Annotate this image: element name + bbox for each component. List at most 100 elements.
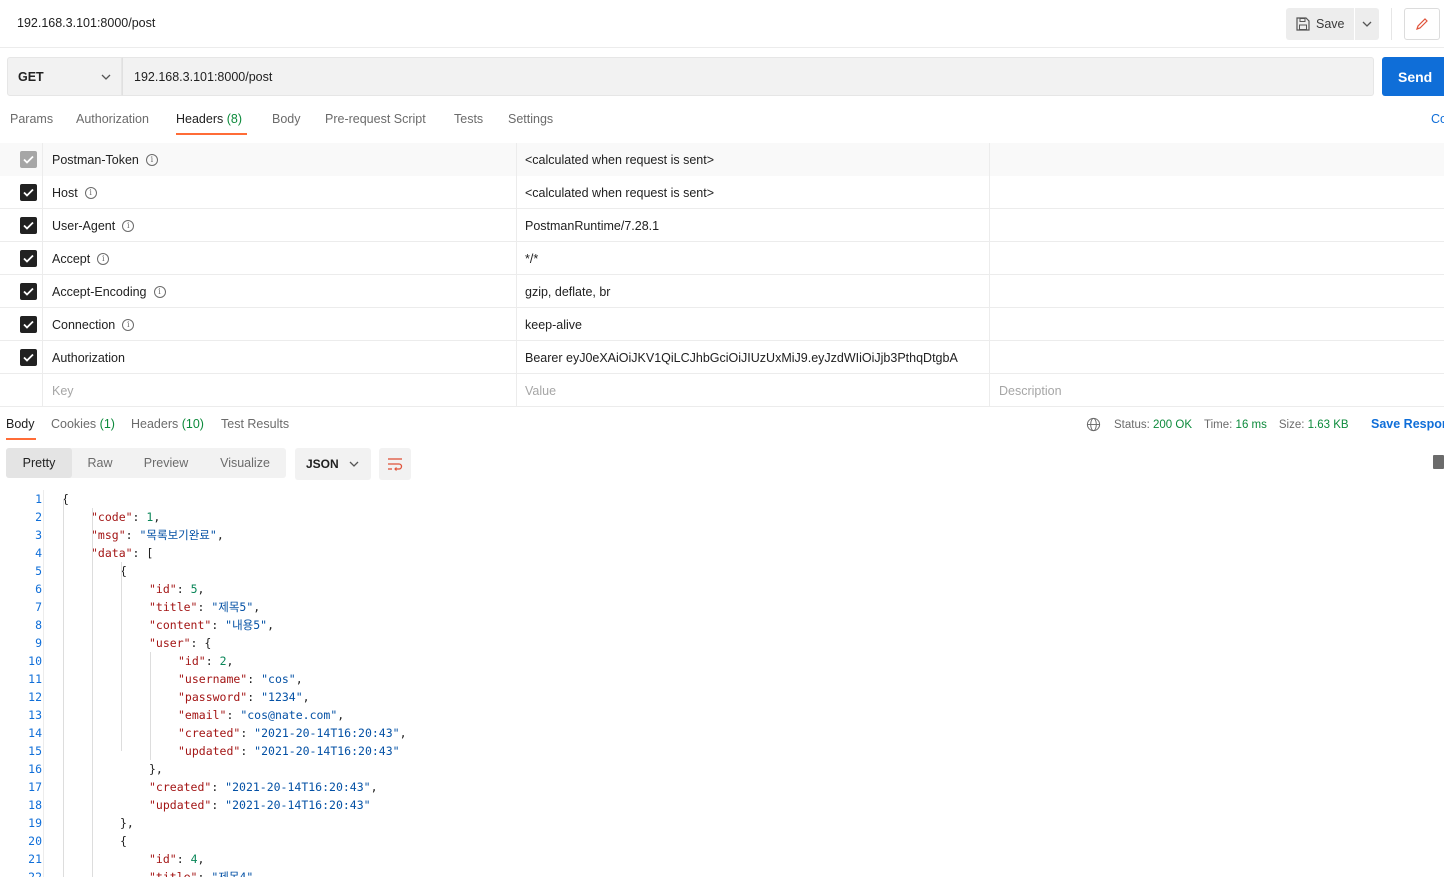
resp-tab-headers[interactable]: Headers (10) (131, 417, 204, 431)
header-value-cell[interactable]: PostmanRuntime/7.28.1 (517, 209, 990, 242)
json-punctuation: : (240, 726, 255, 740)
header-key-cell[interactable]: Authorization (43, 341, 517, 374)
line-number: 15 (28, 744, 42, 758)
tab-params[interactable]: Params (10, 112, 53, 126)
header-value: PostmanRuntime/7.28.1 (525, 218, 660, 233)
save-dropdown-button[interactable] (1355, 8, 1379, 40)
response-tabs: Body Cookies (1) Headers (10) Test Resul… (0, 408, 1444, 440)
info-icon[interactable]: i (122, 219, 135, 232)
header-checkbox[interactable] (20, 349, 37, 366)
header-description-cell[interactable] (990, 341, 1444, 374)
time-value[interactable]: 16 ms (1236, 419, 1267, 431)
header-row: User-Agent i PostmanRuntime/7.28.1 (0, 209, 1444, 242)
header-value-cell[interactable]: keep-alive (517, 308, 990, 341)
header-description-cell[interactable] (990, 209, 1444, 242)
tab-tests[interactable]: Tests (454, 112, 483, 126)
tab-label: Headers (131, 417, 179, 431)
cookies-link[interactable]: Co (1431, 112, 1444, 126)
header-value-cell[interactable]: <calculated when request is sent> (517, 176, 990, 209)
send-button[interactable]: Send (1382, 57, 1444, 96)
resp-tab-test-results[interactable]: Test Results (221, 417, 289, 431)
resp-tab-body[interactable]: Body (6, 417, 35, 431)
line-number: 12 (28, 690, 42, 704)
header-key-cell[interactable]: User-Agent i (43, 209, 517, 242)
request-title[interactable]: 192.168.3.101:8000/post (17, 16, 155, 30)
header-description-cell[interactable] (990, 308, 1444, 341)
tab-body[interactable]: Body (272, 112, 301, 126)
new-key-input[interactable]: Key (43, 374, 517, 407)
json-key: "email" (178, 708, 227, 722)
tab-pre-request-script[interactable]: Pre-request Script (325, 112, 426, 126)
header-key-cell[interactable]: Connection i (43, 308, 517, 341)
header-key: Host (52, 185, 78, 200)
info-icon[interactable]: i (145, 153, 158, 166)
method-select[interactable]: GET (7, 57, 122, 96)
line-number: 19 (28, 816, 42, 830)
code-line: 12 "password": "1234", (0, 688, 1444, 706)
info-icon[interactable]: i (97, 252, 110, 265)
info-icon[interactable]: i (122, 318, 135, 331)
code-line: 19}, (0, 814, 1444, 832)
tab-settings[interactable]: Settings (508, 112, 553, 126)
header-description-cell[interactable] (990, 242, 1444, 275)
header-checkbox[interactable] (20, 250, 37, 267)
header-description-cell[interactable] (990, 176, 1444, 209)
code-text: "password": "1234", (178, 688, 310, 706)
info-icon[interactable]: i (84, 186, 97, 199)
json-punctuation: , (226, 654, 234, 668)
header-key-cell[interactable]: Accept-Encoding i (43, 275, 517, 308)
header-value-cell[interactable]: gzip, deflate, br (517, 275, 990, 308)
view-pretty-button[interactable]: Pretty (6, 448, 72, 478)
json-string: "2021-20-14T16:20:43" (254, 726, 400, 740)
resp-tab-cookies[interactable]: Cookies (1) (51, 417, 115, 431)
header-row: Authorization Bearer eyJ0eXAiOiJKV1QiLCJh… (0, 341, 1444, 374)
header-key-cell[interactable]: Accept i (43, 242, 517, 275)
status-label: Status: (1114, 418, 1150, 431)
save-response-button[interactable]: Save Respor (1371, 417, 1444, 431)
url-input[interactable]: 192.168.3.101:8000/post (122, 57, 1374, 96)
json-key: "id" (178, 654, 206, 668)
header-checkbox[interactable] (20, 184, 37, 201)
line-number: 9 (35, 636, 42, 650)
format-select[interactable]: JSON (295, 448, 371, 480)
line-number: 13 (28, 708, 42, 722)
edit-button[interactable] (1404, 8, 1440, 40)
header-description-cell[interactable] (990, 143, 1444, 176)
tab-headers[interactable]: Headers (8) (176, 112, 242, 126)
header-value-cell[interactable]: <calculated when request is sent> (517, 143, 990, 176)
code-line: 10 "id": 2, (0, 652, 1444, 670)
view-visualize-button[interactable]: Visualize (204, 448, 286, 478)
active-tab-indicator (176, 133, 247, 135)
code-line: 8 "content": "내용5", (0, 616, 1444, 634)
header-value-cell[interactable]: */* (517, 242, 990, 275)
header-value-cell[interactable]: Bearer eyJ0eXAiOiJKV1QiLCJhbGciOiJIUzUxM… (517, 341, 990, 374)
size-value[interactable]: 1.63 KB (1308, 419, 1349, 431)
response-body-code[interactable]: 1{2 "code": 1, 3 "msg": "목록보기완료", 4 "data": [… (0, 490, 1444, 877)
header-key-cell[interactable]: Postman-Token i (43, 143, 517, 176)
info-icon[interactable]: i (153, 285, 166, 298)
status-value[interactable]: 200 OK (1153, 419, 1192, 431)
header-checkbox[interactable] (20, 283, 37, 300)
tab-authorization[interactable]: Authorization (76, 112, 149, 126)
header-key-cell[interactable]: Host i (43, 176, 517, 209)
view-preview-button[interactable]: Preview (128, 448, 204, 478)
code-text: "code": 1, (91, 508, 160, 526)
wrap-lines-button[interactable] (379, 448, 411, 480)
new-header-row: Key Value Description (0, 374, 1444, 407)
copy-icon[interactable] (1433, 455, 1444, 469)
new-description-input[interactable]: Description (990, 374, 1444, 407)
header-checkbox[interactable] (20, 316, 37, 333)
json-punctuation: { (120, 834, 127, 848)
size-label: Size: (1278, 418, 1305, 431)
new-value-input[interactable]: Value (517, 374, 990, 407)
save-button[interactable]: Save (1286, 8, 1354, 40)
globe-icon[interactable] (1086, 417, 1101, 432)
view-raw-button[interactable]: Raw (72, 448, 128, 478)
header-value: gzip, deflate, br (525, 284, 611, 299)
header-description-cell[interactable] (990, 275, 1444, 308)
request-title-bar: 192.168.3.101:8000/post Save (0, 0, 1444, 48)
checkbox-cell (0, 308, 43, 341)
tab-label: Body (6, 417, 35, 431)
header-checkbox[interactable] (20, 217, 37, 234)
header-checkbox[interactable] (20, 151, 37, 168)
